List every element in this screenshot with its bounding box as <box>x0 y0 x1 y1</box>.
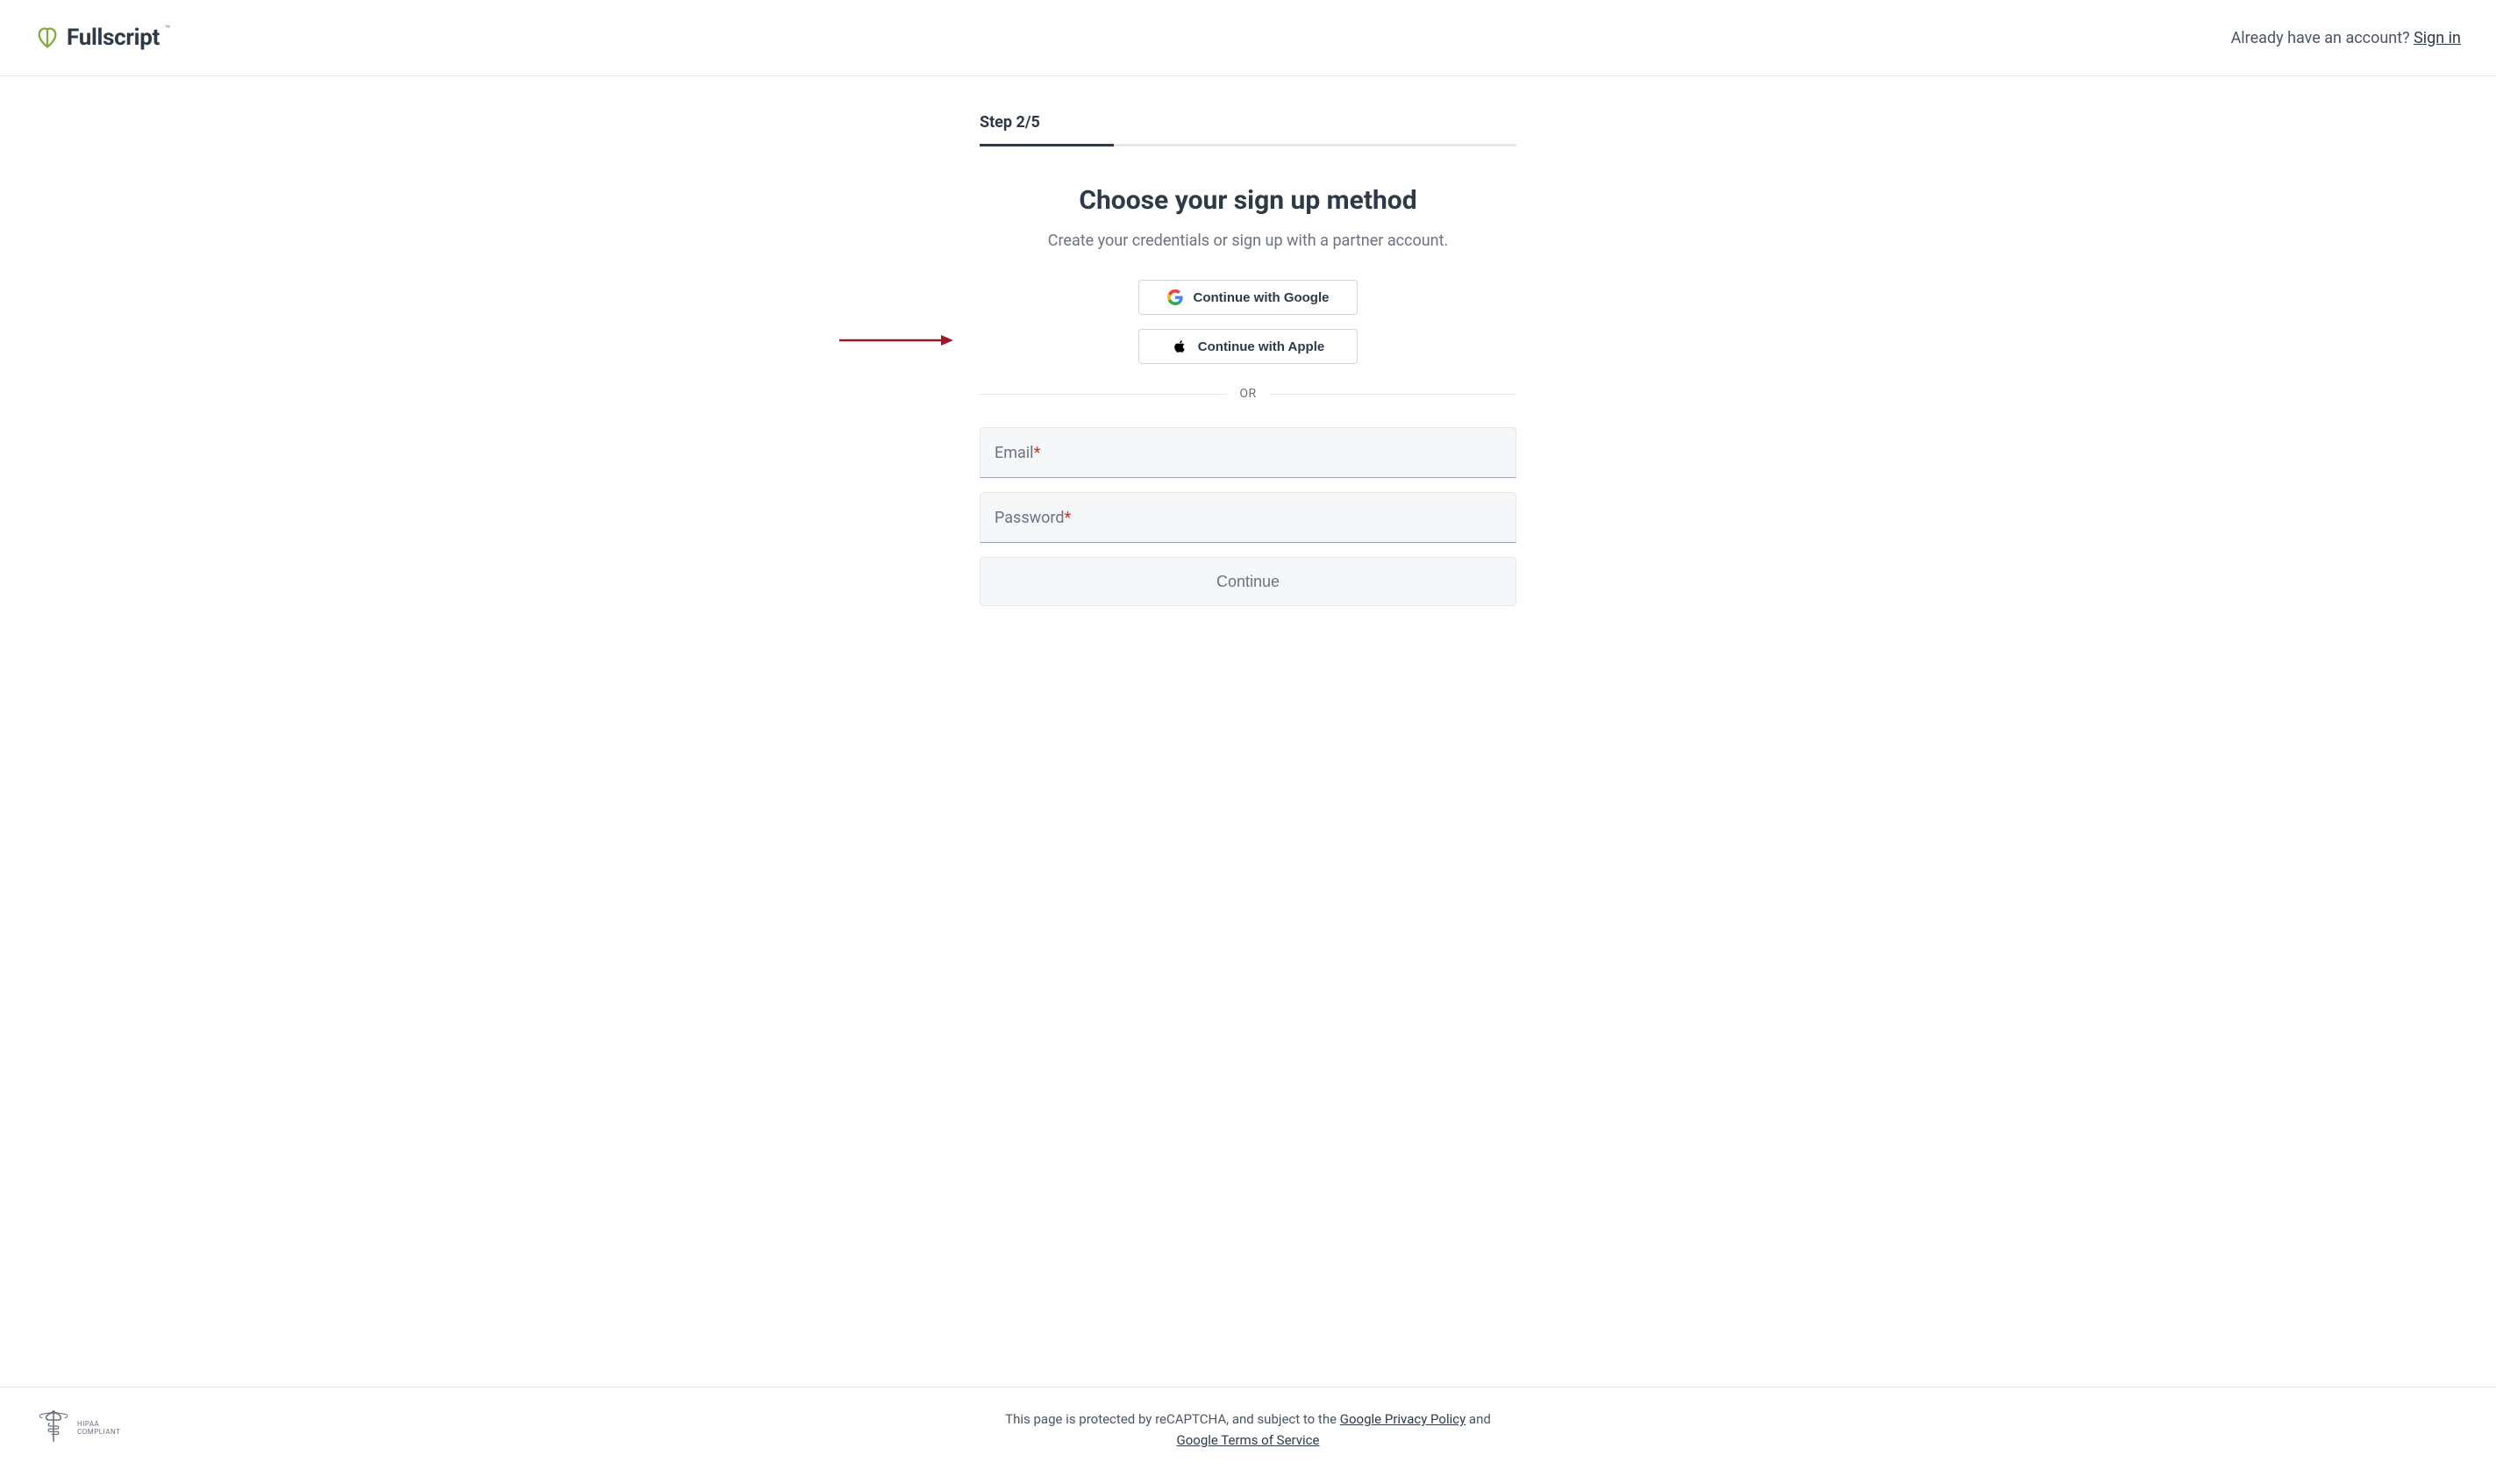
site-header: Fullscript ™ Already have an account? Si… <box>0 0 2496 76</box>
brand-name: Fullscript <box>67 25 160 51</box>
progress-bar <box>980 144 1516 146</box>
google-tos-link[interactable]: Google Terms of Service <box>1177 1432 1320 1448</box>
divider-line-left <box>980 394 1227 395</box>
continue-with-apple-button[interactable]: Continue with Apple <box>1138 329 1358 364</box>
site-footer: HIPAA COMPLIANT This page is protected b… <box>0 1387 2496 1484</box>
apple-icon <box>1172 339 1187 354</box>
continue-with-google-button[interactable]: Continue with Google <box>1138 280 1358 315</box>
main-content: Step 2/5 Choose your sign up method Crea… <box>0 76 2496 1387</box>
divider-text: OR <box>1239 387 1256 401</box>
fullscript-leaf-icon <box>35 25 60 50</box>
account-prompt-text: Already have an account? <box>2231 29 2414 47</box>
step-indicator: Step 2/5 <box>980 113 1516 132</box>
or-divider: OR <box>980 387 1516 401</box>
progress-fill <box>980 144 1114 146</box>
caduceus-icon <box>35 1409 72 1449</box>
page-subheading: Create your credentials or sign up with … <box>980 232 1516 250</box>
header-account-prompt: Already have an account? Sign in <box>2231 29 2461 47</box>
google-privacy-policy-link[interactable]: Google Privacy Policy <box>1340 1411 1466 1427</box>
trademark-symbol: ™ <box>165 25 170 34</box>
google-button-label: Continue with Google <box>1194 290 1330 305</box>
recaptcha-mid: and <box>1466 1411 1491 1427</box>
annotation-arrow <box>839 333 953 350</box>
recaptcha-notice: This page is protected by reCAPTCHA, and… <box>1005 1409 1491 1451</box>
email-field[interactable]: Email* <box>980 427 1516 478</box>
google-icon <box>1167 289 1183 305</box>
signin-link[interactable]: Sign in <box>2414 29 2461 47</box>
signup-form-container: Step 2/5 Choose your sign up method Crea… <box>980 113 1516 1387</box>
hipaa-compliant-badge: HIPAA COMPLIANT <box>35 1409 120 1449</box>
recaptcha-prefix: This page is protected by reCAPTCHA, and… <box>1005 1411 1340 1427</box>
divider-line-right <box>1269 394 1516 395</box>
page-heading: Choose your sign up method <box>980 185 1516 216</box>
password-field[interactable]: Password* <box>980 492 1516 543</box>
hipaa-text: HIPAA COMPLIANT <box>77 1421 120 1437</box>
sso-button-group: Continue with Google Continue with Apple <box>980 280 1516 364</box>
continue-button[interactable]: Continue <box>980 557 1516 606</box>
apple-button-label: Continue with Apple <box>1198 339 1324 354</box>
brand-logo[interactable]: Fullscript ™ <box>35 25 170 51</box>
